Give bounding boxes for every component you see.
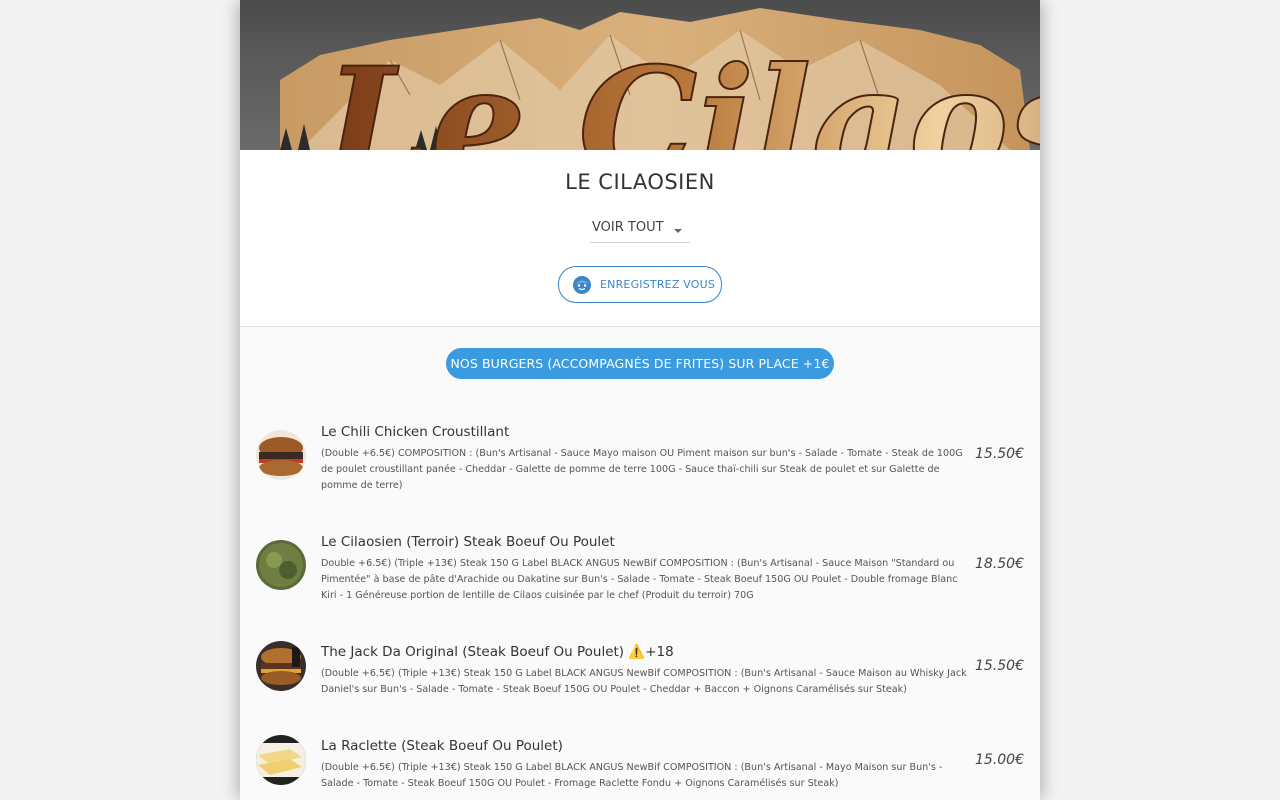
item-description: Double +6.5€) (Triple +13€) Steak 150 G … <box>321 558 958 601</box>
menu-item[interactable]: La Raclette (Steak Boeuf Ou Poulet) (Dou… <box>240 735 1040 800</box>
item-description: (Double +6.5€) COMPOSITION : (Bun's Arti… <box>321 448 963 491</box>
item-price: 18.50€ <box>975 556 1024 572</box>
item-photo <box>256 735 306 785</box>
item-name: Le Chili Chicken Croustillant <box>321 424 510 440</box>
item-name: Le Cilaosien (Terroir) Steak Boeuf Ou Po… <box>321 534 615 550</box>
restaurant-title: LE CILAOSIEN <box>565 170 715 194</box>
item-description: (Double +6.5€) (Triple +13€) Steak 150 G… <box>321 762 943 789</box>
svg-text:Le Cilaosien: Le Cilaosien <box>321 35 1040 150</box>
chevron-down-icon <box>674 229 682 233</box>
user-face-icon <box>572 275 592 299</box>
register-button-label: ENREGISTREZ VOUS <box>600 278 716 291</box>
item-photo <box>256 540 306 590</box>
item-name: La Raclette (Steak Boeuf Ou Poulet) <box>321 738 563 754</box>
register-button[interactable]: ENREGISTREZ VOUS <box>558 266 722 303</box>
menu-item[interactable]: Le Cilaosien (Terroir) Steak Boeuf Ou Po… <box>240 534 1040 604</box>
header-panel: LE CILAOSIEN VOIR TOUT ENREGISTREZ VOUS <box>240 150 1040 327</box>
category-burgers-button[interactable]: NOS BURGERS (ACCOMPAGNÉS DE FRITES) SUR … <box>446 348 834 379</box>
menu-item[interactable]: Le Chili Chicken Croustillant (Double +6… <box>240 424 1040 494</box>
item-photo <box>256 641 306 691</box>
item-price: 15.50€ <box>975 446 1024 462</box>
category-filter-select[interactable]: VOIR TOUT <box>590 218 690 243</box>
item-photo <box>256 430 306 480</box>
menu-item[interactable]: The Jack Da Original (Steak Boeuf Ou Pou… <box>240 641 1040 704</box>
item-price: 15.00€ <box>975 752 1024 768</box>
banner-artwork: Le Cilaosien <box>280 8 1040 150</box>
item-name: The Jack Da Original (Steak Boeuf Ou Pou… <box>321 644 674 660</box>
category-filter-value: VOIR TOUT <box>592 220 664 235</box>
menu-page: Le Cilaosien LE CILAOSIEN VOIR TOUT ENRE… <box>240 0 1040 800</box>
item-price: 15.50€ <box>975 658 1024 674</box>
restaurant-banner-image: Le Cilaosien <box>240 0 1040 150</box>
item-description: (Double +6.5€) (Triple +13€) Steak 150 G… <box>321 668 967 695</box>
